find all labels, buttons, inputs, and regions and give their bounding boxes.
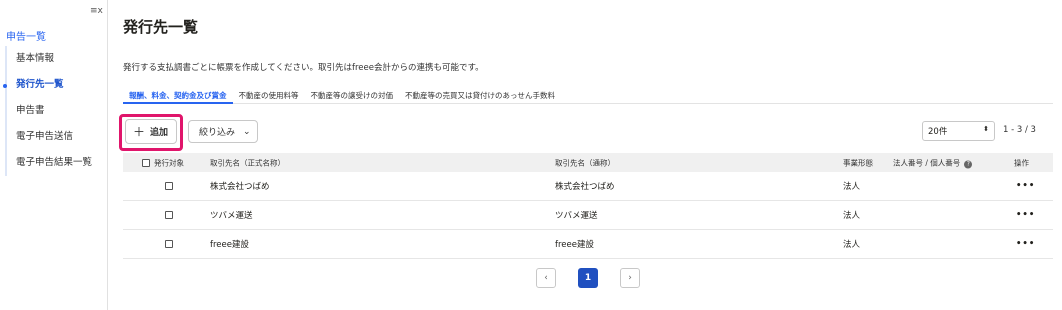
- sidebar-nav: 基本情報 発行先一覧 申告書 電子申告送信 電子申告結果一覧: [3, 46, 105, 176]
- per-page-select[interactable]: 20件 ⬍: [922, 121, 995, 141]
- active-indicator-icon: [3, 84, 7, 88]
- sidebar: ≡x 申告一覧 基本情報 発行先一覧 申告書 電子申告送信 電子申告結果一覧: [0, 0, 108, 310]
- row-formal-name: ツバメ運送: [210, 211, 253, 221]
- add-button-label: 追加: [150, 128, 169, 138]
- help-icon[interactable]: ?: [964, 160, 973, 168]
- collapse-sidebar-icon[interactable]: ≡x: [90, 6, 103, 16]
- header-target: 発行対象: [154, 158, 184, 167]
- filter-button-label: 絞り込み: [199, 128, 236, 138]
- sidebar-item-basic-info[interactable]: 基本情報: [7, 46, 105, 72]
- sidebar-item-label: 基本情報: [16, 53, 55, 64]
- more-options-icon[interactable]: •••: [1016, 239, 1035, 249]
- add-button[interactable]: ＋ 追加: [125, 119, 177, 144]
- plus-icon: ＋: [133, 125, 146, 139]
- row-common-name: ツバメ運送: [555, 211, 598, 221]
- page-1-button[interactable]: 1: [578, 268, 598, 288]
- sidebar-item-label: 申告書: [16, 105, 45, 116]
- sidebar-item-e-filing-send[interactable]: 電子申告送信: [7, 124, 105, 150]
- table-row: 株式会社つばめ 株式会社つばめ 法人 •••: [123, 172, 1053, 201]
- header-formal-name: 取引先名（正式名称）: [210, 158, 285, 167]
- page-number: 1: [584, 273, 592, 283]
- row-entity-type: 法人: [843, 182, 861, 192]
- more-options-icon[interactable]: •••: [1016, 210, 1035, 220]
- row-entity-type: 法人: [843, 211, 861, 221]
- tab-real-estate-brokerage[interactable]: 不動産等の売買又は貸付けのあっせん手数料: [399, 87, 561, 104]
- header-common-name: 取引先名（通称）: [555, 158, 615, 167]
- select-all-checkbox[interactable]: [142, 158, 150, 167]
- header-entity-type: 事業形態: [843, 158, 873, 167]
- chevron-left-icon: ‹: [544, 273, 548, 283]
- page-description: 発行する支払調書ごとに帳票を作成してください。取引先はfreee会計からの連携も…: [123, 63, 484, 73]
- row-common-name: freee建設: [555, 240, 594, 250]
- sidebar-item-issuer-list[interactable]: 発行先一覧: [3, 72, 105, 98]
- row-checkbox[interactable]: [165, 211, 173, 219]
- select-arrows-icon: ⬍: [983, 125, 989, 133]
- category-tabs: 報酬、料金、契約金及び賞金 不動産の使用料等 不動産等の譲受けの対価 不動産等の…: [123, 87, 1053, 104]
- per-page-value: 20件: [928, 127, 948, 137]
- next-page-button[interactable]: ›: [620, 268, 640, 288]
- page-title: 発行先一覧: [123, 18, 199, 36]
- table-row: freee建設 freee建設 法人 •••: [123, 230, 1053, 259]
- sidebar-item-e-filing-results[interactable]: 電子申告結果一覧: [7, 150, 105, 176]
- more-options-icon[interactable]: •••: [1016, 181, 1035, 191]
- chevron-right-icon: ›: [628, 273, 632, 283]
- sidebar-item-label: 電子申告結果一覧: [16, 157, 93, 168]
- tab-real-estate-usage[interactable]: 不動産の使用料等: [233, 87, 305, 104]
- row-checkbox[interactable]: [165, 240, 173, 248]
- header-corp-number-label: 法人番号 / 個人番号: [893, 158, 961, 167]
- sidebar-item-declaration-list[interactable]: 申告一覧: [6, 28, 46, 43]
- tab-real-estate-transfer[interactable]: 不動産等の譲受けの対価: [305, 87, 400, 104]
- row-formal-name: freee建設: [210, 240, 249, 250]
- row-formal-name: 株式会社つばめ: [210, 182, 270, 192]
- table-header: 発行対象 取引先名（正式名称） 取引先名（通称） 事業形態 法人番号 / 個人番…: [123, 153, 1053, 172]
- table-row: ツバメ運送 ツバメ運送 法人 •••: [123, 201, 1053, 230]
- row-common-name: 株式会社つばめ: [555, 182, 615, 192]
- filter-button[interactable]: 絞り込み ⌄: [188, 120, 258, 143]
- main-content: 発行先一覧 発行する支払調書ごとに帳票を作成してください。取引先はfreee会計…: [108, 0, 1062, 310]
- sidebar-item-label: 電子申告送信: [16, 131, 74, 142]
- sidebar-item-declaration[interactable]: 申告書: [7, 98, 105, 124]
- header-corp-number: 法人番号 / 個人番号?: [893, 157, 973, 168]
- prev-page-button[interactable]: ‹: [536, 268, 556, 288]
- result-count: 1 - 3 / 3: [1003, 125, 1036, 135]
- tab-remuneration[interactable]: 報酬、料金、契約金及び賞金: [123, 87, 233, 104]
- issuer-table: 発行対象 取引先名（正式名称） 取引先名（通称） 事業形態 法人番号 / 個人番…: [123, 153, 1053, 259]
- header-actions: 操作: [1014, 158, 1029, 167]
- chevron-down-icon: ⌄: [243, 126, 251, 137]
- sidebar-item-label: 発行先一覧: [16, 79, 64, 90]
- row-entity-type: 法人: [843, 240, 861, 250]
- row-checkbox[interactable]: [165, 182, 173, 190]
